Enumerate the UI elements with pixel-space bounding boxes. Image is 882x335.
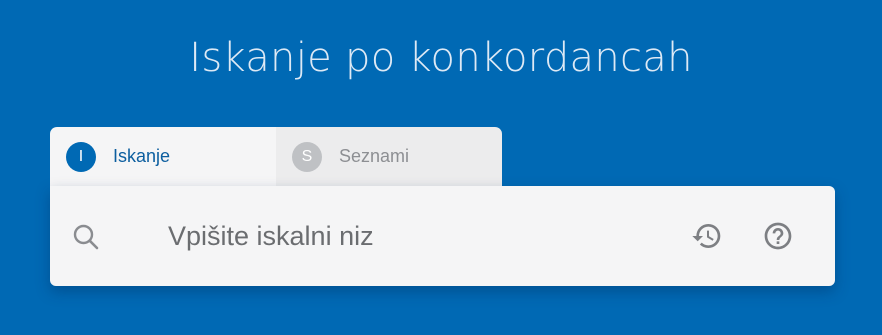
search-panel [50, 186, 835, 286]
tab-badge-seznami: S [292, 141, 322, 172]
tab-bar: I Iskanje S Seznami [50, 127, 502, 186]
page-title: Iskanje po konkordancah [189, 35, 693, 81]
history-icon[interactable] [691, 220, 723, 252]
tab-iskanje[interactable]: I Iskanje [50, 127, 276, 186]
help-icon[interactable] [762, 220, 794, 252]
tab-badge-iskanje: I [66, 141, 96, 172]
tab-label-iskanje: Iskanje [113, 146, 171, 166]
search-icon [72, 223, 100, 251]
tab-seznami[interactable]: S Seznami [276, 127, 502, 186]
tab-label-seznami: Seznami [339, 146, 410, 166]
search-input[interactable] [168, 214, 668, 258]
